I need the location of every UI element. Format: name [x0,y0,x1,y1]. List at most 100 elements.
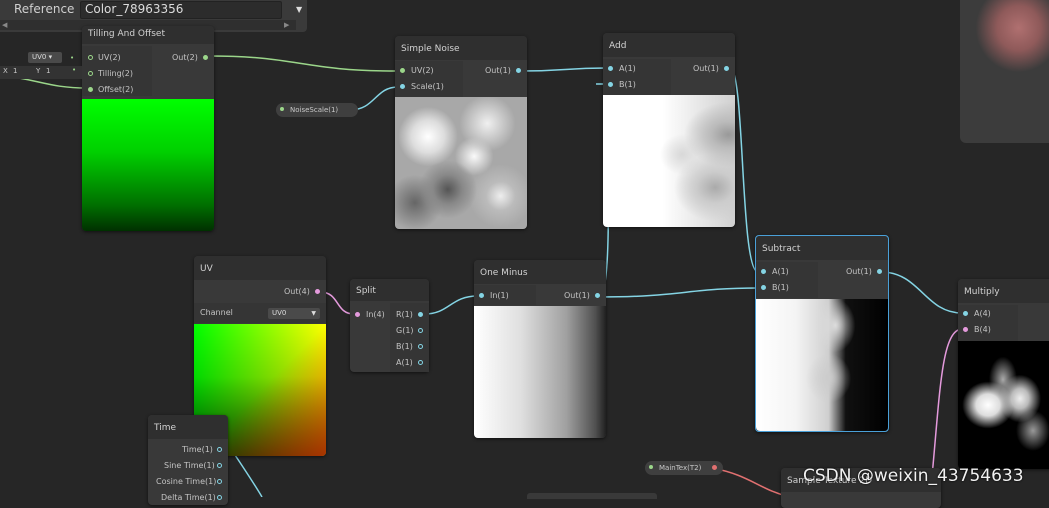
dropdown-arrow-icon[interactable]: ▼ [296,5,302,14]
add-b-port-icon[interactable] [608,82,613,87]
partial-node-bottom [527,493,657,499]
tilling-input-port-icon[interactable] [88,71,93,76]
x-value[interactable]: 1 [13,67,17,75]
tilling-preview [82,99,214,231]
tilling-input-offset: Offset(2) [98,85,134,94]
subtract-node[interactable]: Subtract A(1) B(1) Out(1) [755,235,889,432]
main-preview-shape [968,0,1049,80]
subtract-output-port-icon[interactable] [877,269,882,274]
time-delta-port-icon[interactable] [217,495,222,500]
tilling-output-port-icon[interactable] [203,55,208,60]
time-output-time: Time(1) [182,445,213,454]
tilling-offset-node[interactable]: Tilling And Offset UV(2) Tilling(2) Offs… [82,26,214,231]
split-output-g: G(1) [396,326,414,335]
wire-maintex [711,467,791,497]
uv-channel-label: Channel [200,308,233,317]
split-input: In(4) [366,310,385,319]
reference-field[interactable]: Color_78963356 [80,1,282,19]
tilling-node-title: Tilling And Offset [82,26,214,44]
noise-node-title: Simple Noise [395,36,527,60]
split-output-a: A(1) [396,358,413,367]
uv-channel-select[interactable]: UV0 ▾ [28,52,62,63]
uv-input-port-icon[interactable] [88,55,93,60]
time-cosine-port-icon[interactable] [217,479,222,484]
watermark-text: CSDN @weixin_43754633 [803,466,1024,486]
add-output: Out(1) [693,64,719,73]
subtract-input-b: B(1) [772,283,789,292]
one-minus-input: In(1) [490,291,509,300]
time-node[interactable]: Time Time(1) Sine Time(1) Cosine Time(1)… [148,415,228,505]
one-minus-node-title: One Minus [474,260,606,284]
y-label: Y [36,67,41,75]
offset-link-dot-icon: • [72,66,77,74]
one-minus-output: Out(1) [564,291,590,300]
uv-channel-arrow-icon: ▼ [311,310,316,317]
split-r-port-icon[interactable] [418,312,423,317]
multiply-b-port-icon[interactable] [963,327,968,332]
noise-uv-port-icon[interactable] [400,68,405,73]
one-minus-node[interactable]: One Minus In(1) Out(1) [474,260,606,438]
uv-channel-value: UV0 [272,309,287,317]
subtract-preview [756,299,888,431]
maintex-pill-port-icon [649,465,653,469]
noise-input-uv: UV(2) [411,66,434,75]
add-output-port-icon[interactable] [724,66,729,71]
split-input-port-icon[interactable] [355,312,360,317]
subtract-a-port-icon[interactable] [761,269,766,274]
time-time-port-icon[interactable] [217,447,222,452]
add-node-title: Add [603,33,735,57]
time-sine-port-icon[interactable] [217,463,222,468]
wire-tilling-to-noise [208,55,399,72]
scroll-left-icon[interactable]: ◀ [2,21,7,29]
noise-scale-port-icon[interactable] [400,84,405,89]
split-node[interactable]: Split In(4) R(1) G(1) B(1) A(1) [350,279,429,372]
one-minus-output-port-icon[interactable] [595,293,600,298]
noise-scale-pill-port-icon [280,107,284,111]
split-g-port-icon[interactable] [418,328,423,333]
add-a-port-icon[interactable] [608,66,613,71]
x-label: X [3,67,8,75]
simple-noise-node[interactable]: Simple Noise UV(2) Scale(1) Out(1) [395,36,527,229]
tilling-input-tilling: Tilling(2) [98,69,134,78]
wire-subtract-to-multiply [880,271,963,314]
offset-input-port-icon[interactable] [88,87,93,92]
noise-input-scale: Scale(1) [411,82,444,91]
wire-oneminus-to-subtract [599,287,759,298]
uv-node-title: UV [194,256,326,280]
wire-time [234,454,263,497]
multiply-node-title: Multiply [958,279,1049,303]
subtract-output: Out(1) [846,267,872,276]
tilling-input-uv: UV(2) [98,53,121,62]
multiply-preview [958,341,1049,469]
one-minus-input-port-icon[interactable] [479,293,484,298]
add-input-a: A(1) [619,64,636,73]
multiply-node[interactable]: Multiply A(4) B(4) [958,279,1049,469]
split-node-title: Split [350,279,429,301]
add-node[interactable]: Add A(1) B(1) Out(1) [603,33,735,227]
wire-noise-to-add [520,67,607,72]
scroll-right-icon[interactable]: ▶ [284,21,289,29]
noise-output-port-icon[interactable] [516,68,521,73]
split-a-port-icon[interactable] [418,360,423,365]
multiply-input-b: B(4) [974,325,991,334]
y-value[interactable]: 1 [46,67,50,75]
maintex-pill[interactable]: MainTex(T2) [645,461,723,475]
main-preview-window[interactable] [960,0,1049,143]
split-b-port-icon[interactable] [418,344,423,349]
uv-output-port-icon[interactable] [315,289,320,294]
noise-scale-pill[interactable]: NoiseScale(1) [276,103,358,117]
subtract-b-port-icon[interactable] [761,285,766,290]
add-preview [603,95,735,227]
time-output-cosine: Cosine Time(1) [156,477,217,486]
uv-link-dot-icon: • [70,54,75,62]
noise-scale-pill-label: NoiseScale(1) [290,106,339,114]
time-output-delta: Delta Time(1) [161,493,216,502]
uv-output: Out(4) [284,287,310,296]
reference-value: Color_78963356 [85,2,184,16]
uv-channel-dropdown[interactable]: UV0 ▼ [268,308,320,319]
split-output-b: B(1) [396,342,413,351]
multiply-a-port-icon[interactable] [963,311,968,316]
subtract-node-title: Subtract [756,236,888,260]
tilling-output: Out(2) [172,53,198,62]
add-input-b: B(1) [619,80,636,89]
